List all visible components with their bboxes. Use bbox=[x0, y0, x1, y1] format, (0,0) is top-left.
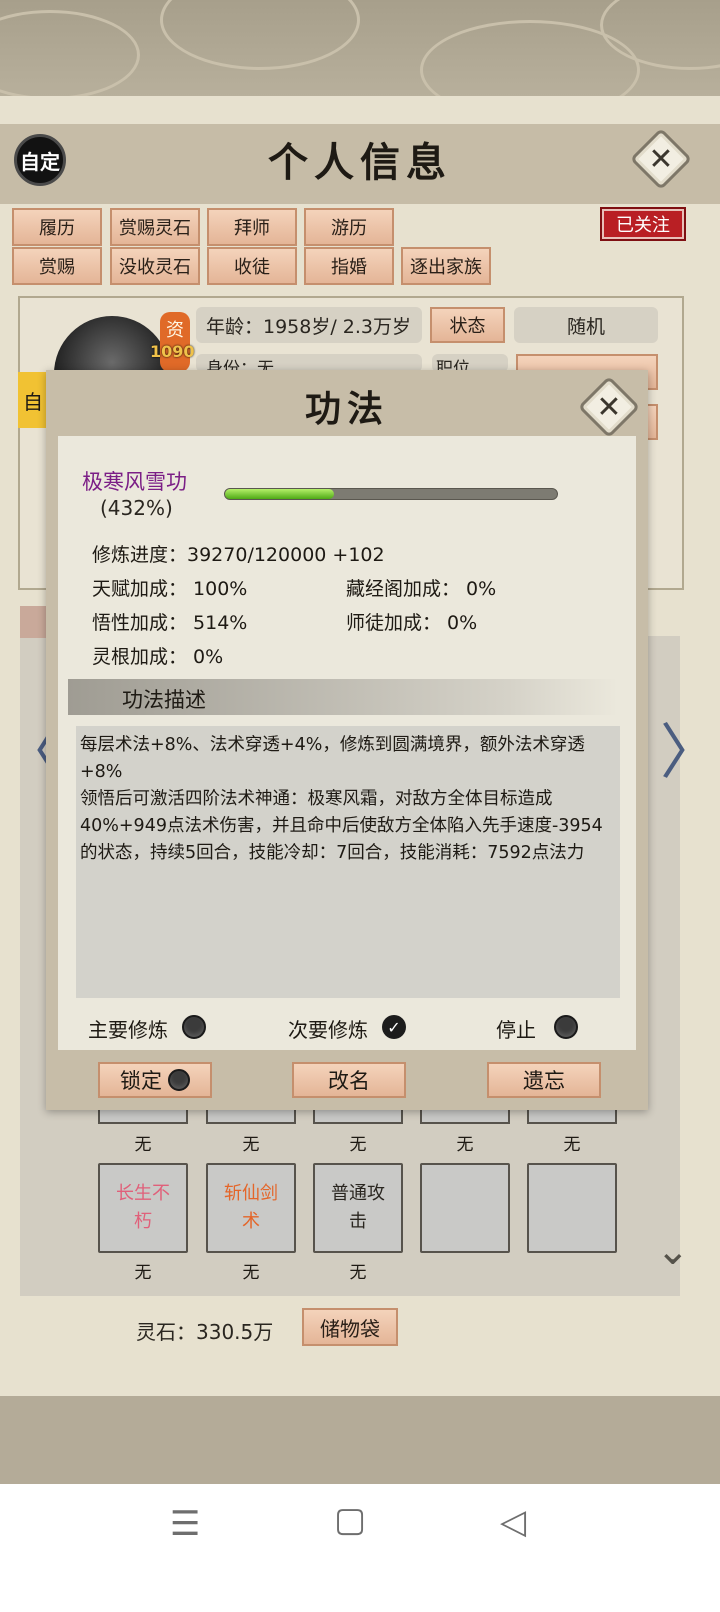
resume-button[interactable]: 履历 bbox=[12, 208, 102, 246]
lock-label: 锁定 bbox=[120, 1069, 162, 1093]
insight-bonus: 悟性加成： 514% bbox=[92, 612, 248, 634]
take-master-button[interactable]: 拜师 bbox=[207, 208, 297, 246]
forget-button[interactable]: 遗忘 bbox=[487, 1062, 601, 1098]
primary-mode-label: 主要修炼 bbox=[88, 1018, 168, 1042]
menu-icon[interactable]: ☰ bbox=[170, 1504, 200, 1544]
top-cloud-decoration bbox=[0, 0, 720, 120]
skill-percent: (432%) bbox=[100, 496, 173, 520]
skill-name: 极寒风雪功 bbox=[82, 470, 187, 494]
secondary-mode-radio-checked[interactable]: ✓ bbox=[382, 1015, 406, 1039]
secondary-mode-label: 次要修炼 bbox=[288, 1018, 368, 1042]
root-bonus: 灵根加成： 0% bbox=[92, 646, 224, 668]
random-button[interactable]: 随机 bbox=[514, 307, 658, 343]
cultivation-progress: 修炼进度：39270/120000 +102 bbox=[92, 544, 385, 566]
scroll-down-icon[interactable]: ⌄ bbox=[656, 1228, 690, 1274]
travel-button[interactable]: 游历 bbox=[304, 208, 394, 246]
stop-mode-label: 停止 bbox=[496, 1018, 536, 1042]
followed-badge[interactable]: 已关注 bbox=[600, 207, 686, 241]
age-field: 年龄：1958岁/ 2.3万岁 bbox=[196, 307, 422, 343]
storage-bag-button[interactable]: 储物袋 bbox=[302, 1308, 398, 1346]
slot-label: 无 bbox=[134, 1135, 152, 1155]
home-icon[interactable]: ▢ bbox=[334, 1500, 366, 1540]
library-bonus: 藏经阁加成： 0% bbox=[346, 578, 497, 600]
slot-label: 无 bbox=[349, 1263, 367, 1283]
take-disciple-button[interactable]: 收徒 bbox=[207, 247, 297, 285]
modal-title: 功法 bbox=[304, 388, 389, 430]
status-button[interactable]: 状态 bbox=[430, 307, 505, 343]
lock-button[interactable]: 锁定 bbox=[98, 1062, 212, 1098]
arrange-marriage-button[interactable]: 指婚 bbox=[304, 247, 394, 285]
skill-slot-normal-attack[interactable]: 普通攻击 bbox=[313, 1163, 403, 1253]
primary-mode-radio[interactable] bbox=[182, 1015, 206, 1039]
slot-label: 无 bbox=[242, 1135, 260, 1155]
close-icon: ✕ bbox=[648, 141, 674, 177]
rename-button[interactable]: 改名 bbox=[292, 1062, 406, 1098]
talent-value: 1090 bbox=[150, 342, 195, 361]
desc-line: 每层术法+8%、法术穿透+4%，修炼到圆满境界，额外法术穿透+8% bbox=[80, 735, 585, 782]
skill-slot-changsheng[interactable]: 长生不朽 bbox=[98, 1163, 188, 1253]
slot-label: 无 bbox=[242, 1263, 260, 1283]
skill-slot-zhanxian[interactable]: 斩仙剑术 bbox=[206, 1163, 296, 1253]
master-bonus: 师徒加成： 0% bbox=[346, 612, 478, 634]
reward-stones-button[interactable]: 赏赐灵石 bbox=[110, 208, 200, 246]
slot-label: 无 bbox=[456, 1135, 474, 1155]
desc-line: 领悟后可激活四阶法术神通：极寒风霜，对敌方全体目标造成40%+949点法术伤害，… bbox=[80, 789, 603, 863]
stop-mode-radio[interactable] bbox=[554, 1015, 578, 1039]
slot-label: 无 bbox=[563, 1135, 581, 1155]
next-arrow-icon[interactable]: 〉 bbox=[660, 704, 720, 791]
slot-label: 无 bbox=[134, 1263, 152, 1283]
skill-progress-bar bbox=[224, 488, 558, 500]
close-icon: ✕ bbox=[596, 389, 622, 425]
page-title: 个人信息 bbox=[268, 139, 452, 186]
spirit-stone-count: 灵石：330.5万 bbox=[136, 1320, 274, 1344]
desc-header-label: 功法描述 bbox=[122, 688, 206, 712]
skill-progress-fill bbox=[225, 489, 334, 499]
skill-description: 每层术法+8%、法术穿透+4%，修炼到圆满境界，额外法术穿透+8% 领悟后可激活… bbox=[80, 732, 612, 867]
lock-toggle-icon bbox=[168, 1069, 190, 1091]
skill-slot-empty[interactable] bbox=[420, 1163, 510, 1253]
slot-label: 无 bbox=[349, 1135, 367, 1155]
side-badge: 自 bbox=[18, 372, 48, 428]
confiscate-stones-button[interactable]: 没收灵石 bbox=[110, 247, 200, 285]
expel-from-clan-button[interactable]: 逐出家族 bbox=[401, 247, 491, 285]
reward-button[interactable]: 赏赐 bbox=[12, 247, 102, 285]
talent-bonus: 天赋加成： 100% bbox=[92, 578, 248, 600]
skill-slot-empty[interactable] bbox=[527, 1163, 617, 1253]
back-icon[interactable]: ◁ bbox=[500, 1502, 526, 1542]
